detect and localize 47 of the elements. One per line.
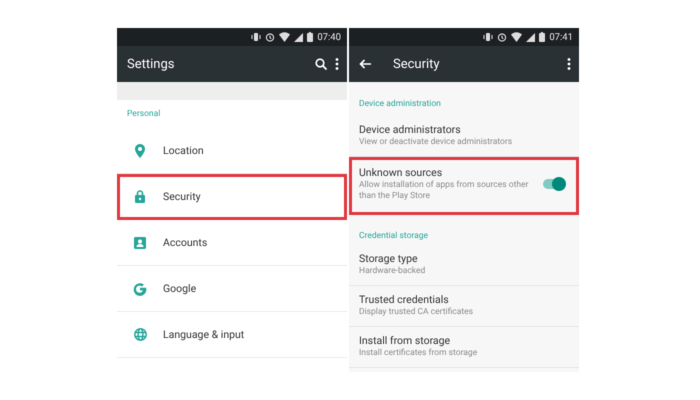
google-g-icon [133,282,147,296]
item-title: Device administrators [359,123,462,137]
section-header: Credential storage [358,230,430,243]
app-bar-title: Security [393,56,441,72]
alarm-icon [265,32,276,42]
toggle-switch[interactable] [543,179,563,189]
settings-item[interactable]: Language & input [117,312,347,358]
item-title: Install from storage [359,334,452,348]
globe-icon [134,328,146,341]
item-title: Trusted credentials [359,293,450,307]
settings-item[interactable]: Location [117,128,347,174]
app-bar-title: Settings [127,56,176,72]
item-summary: Allow installation of apps from sources other than the Play Store [359,180,530,202]
wifi-icon [511,32,522,42]
account-icon [134,236,146,248]
signal-icon [294,32,304,42]
item-summary: Display trusted CA certificates [359,307,474,318]
item-title: Storage type [359,252,419,266]
back-arrow-icon[interactable] [359,59,371,69]
section-header: Personal [126,108,162,121]
battery-icon [307,32,314,42]
vibrate-icon [251,32,262,42]
search-icon[interactable] [315,58,327,70]
more-menu-icon[interactable] [335,58,339,70]
item-summary: Install certificates from storage [359,348,478,359]
settings-item[interactable]: Device administrators View or deactivate device administrators [349,116,579,157]
vibrate-icon [483,32,494,42]
alarm-icon [497,32,508,42]
signal-icon [526,32,536,42]
section-header: Device administration [358,98,442,111]
item-title: Unknown sources [359,166,444,180]
settings-item[interactable]: Storage type Hardware-backed [349,245,579,286]
status-time: 07:41 [549,32,573,42]
settings-item[interactable]: Unknown sources Allow installation of apps from sources other than the Play Store [349,157,579,215]
location-pin-icon [135,144,145,158]
status-time: 07:40 [317,32,341,42]
settings-item[interactable]: Security [117,174,347,220]
settings-item[interactable]: Trusted credentials Display trusted CA certificates [349,286,579,327]
wifi-icon [279,32,290,42]
item-summary: Hardware-backed [359,266,426,277]
battery-icon [539,32,546,42]
lock-icon [135,190,145,203]
item-summary: View or deactivate device administrators [359,137,514,148]
settings-item[interactable]: Accounts [117,220,347,266]
settings-item[interactable]: Google [117,266,347,312]
settings-item[interactable]: Install from storage Install certificates from storage [349,327,579,368]
more-menu-icon[interactable] [567,58,571,70]
